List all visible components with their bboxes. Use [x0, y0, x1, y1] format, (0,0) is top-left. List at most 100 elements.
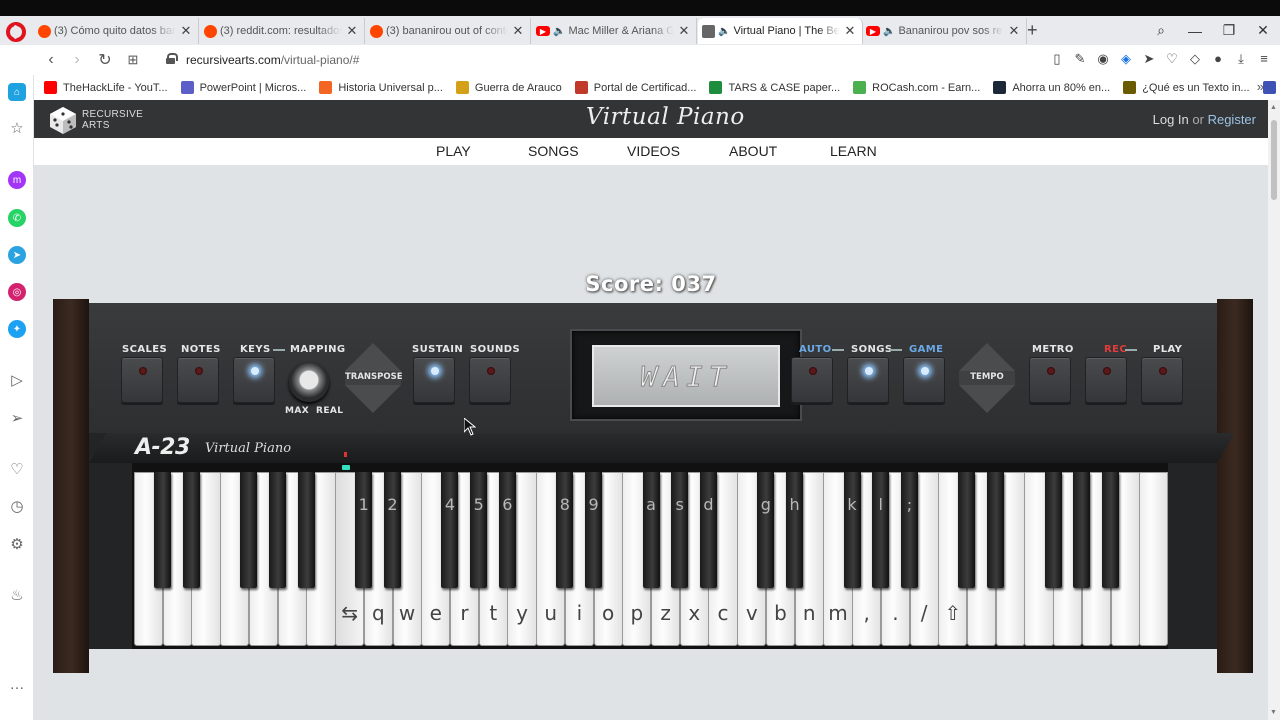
forward-icon[interactable]: ›: [66, 49, 88, 71]
bookmark-item[interactable]: TheHackLife - YouT...: [44, 81, 168, 94]
scroll-thumb[interactable]: [1271, 120, 1277, 200]
nav-videos[interactable]: VIDEOS: [627, 143, 680, 159]
messenger-icon[interactable]: m: [8, 171, 26, 189]
recursive-arts-text[interactable]: RECURSIVE ARTS: [82, 109, 143, 131]
star-icon[interactable]: ☆: [8, 119, 26, 137]
new-tab-button[interactable]: +: [1027, 20, 1038, 41]
black-key[interactable]: [987, 472, 1005, 588]
reader-icon[interactable]: ▯: [1049, 51, 1065, 67]
close-tab-icon[interactable]: ✕: [678, 23, 690, 39]
white-key[interactable]: [1139, 472, 1169, 646]
camera-icon[interactable]: ◉: [1095, 51, 1111, 67]
black-key[interactable]: [901, 472, 918, 588]
bookmark-item[interactable]: Blog - Metoo: [1262, 81, 1280, 94]
recursive-arts-logo-icon[interactable]: [48, 105, 78, 135]
more-bookmarks-icon[interactable]: »: [1257, 79, 1264, 94]
black-key[interactable]: [269, 472, 287, 588]
transpose-down-button[interactable]: [345, 385, 401, 413]
register-link[interactable]: Register: [1208, 112, 1256, 127]
sustain-button[interactable]: [413, 357, 455, 403]
black-key[interactable]: [154, 472, 172, 588]
menu-icon[interactable]: ≡: [1256, 51, 1272, 67]
reload-icon[interactable]: ↻: [94, 49, 116, 71]
speed-dial-icon[interactable]: ⊞: [122, 49, 144, 71]
minimize-button[interactable]: —: [1178, 23, 1212, 39]
search-tabs-icon[interactable]: ⌕: [1144, 22, 1178, 39]
black-key[interactable]: [1044, 472, 1062, 588]
scales-button[interactable]: [121, 357, 163, 403]
tempo-down-button[interactable]: [959, 385, 1015, 413]
key-range-indicator[interactable]: [342, 465, 350, 470]
close-window-button[interactable]: ✕: [1246, 22, 1280, 39]
favorites-icon[interactable]: ♡: [8, 460, 26, 478]
send-icon[interactable]: ➤: [1141, 51, 1157, 67]
more-icon[interactable]: …: [8, 675, 26, 693]
nav-learn[interactable]: LEARN: [830, 143, 877, 159]
keys-button[interactable]: [233, 357, 275, 403]
game-button[interactable]: [903, 357, 945, 403]
bookmark-item[interactable]: ROCash.com - Earn...: [853, 81, 980, 94]
speaker-icon[interactable]: 🔈: [883, 26, 895, 37]
bookmark-item[interactable]: Guerra de Arauco: [455, 81, 562, 94]
back-icon[interactable]: ‹: [40, 49, 62, 71]
black-key[interactable]: [556, 472, 574, 588]
speaker-icon[interactable]: 🔈: [718, 26, 730, 37]
settings-icon[interactable]: ⚙: [8, 535, 26, 553]
black-key[interactable]: [786, 472, 804, 588]
player-icon[interactable]: ▷: [8, 371, 26, 389]
scroll-up-icon[interactable]: ▲: [1270, 104, 1277, 111]
bookmark-item[interactable]: Ahorra un 80% en...: [993, 81, 1110, 94]
transpose-up-button[interactable]: [345, 343, 401, 371]
black-key[interactable]: [671, 472, 689, 588]
play-button[interactable]: [1141, 357, 1183, 403]
black-key[interactable]: [182, 472, 200, 588]
songs-button[interactable]: [847, 357, 889, 403]
notes-button[interactable]: [177, 357, 219, 403]
close-tab-icon[interactable]: ✕: [512, 23, 524, 39]
bookmark-item[interactable]: Portal de Certificad...: [574, 81, 696, 94]
heart-icon[interactable]: ♡: [1164, 51, 1180, 67]
black-key[interactable]: [585, 472, 603, 588]
login-link[interactable]: Log In: [1153, 112, 1189, 127]
rec-button[interactable]: [1085, 357, 1127, 403]
black-key[interactable]: [757, 472, 775, 588]
url-field[interactable]: recursivearts.com/virtual-piano/#: [186, 53, 359, 67]
edit-icon[interactable]: ✎: [1072, 51, 1088, 67]
history-icon[interactable]: ◷: [8, 497, 26, 515]
flow-icon[interactable]: ➢: [8, 409, 26, 427]
black-key[interactable]: [699, 472, 717, 588]
telegram-icon[interactable]: ➤: [8, 246, 26, 264]
restore-button[interactable]: ❐: [1212, 22, 1246, 39]
scroll-down-icon[interactable]: ▼: [1270, 709, 1277, 716]
close-tab-icon[interactable]: ✕: [346, 23, 358, 39]
bookmark-item[interactable]: PowerPoint | Micros...: [180, 81, 306, 94]
profile-icon[interactable]: ●: [1210, 51, 1226, 67]
home-icon[interactable]: ⌂: [8, 83, 26, 101]
bookmark-item[interactable]: ¿Qué es un Texto in...: [1123, 81, 1250, 94]
black-key[interactable]: [1073, 472, 1091, 588]
opera-logo-icon[interactable]: [6, 22, 26, 42]
whatsapp-icon[interactable]: ✆: [8, 209, 26, 227]
black-key[interactable]: [297, 472, 315, 588]
twitter-icon[interactable]: ✦: [8, 320, 26, 338]
page-scrollbar[interactable]: ▲ ▼: [1268, 100, 1280, 720]
metro-button[interactable]: [1029, 357, 1071, 403]
black-key[interactable]: [355, 472, 373, 588]
instagram-icon[interactable]: ◎: [8, 283, 26, 301]
bookmark-item[interactable]: TARS & CASE paper...: [709, 81, 840, 94]
black-key[interactable]: [1102, 472, 1120, 588]
browser-tab[interactable]: ▶ 🔈 Mac Miller & Ariana Gr ✕: [532, 18, 697, 44]
cube-icon[interactable]: ◇: [1187, 51, 1203, 67]
black-key[interactable]: [470, 472, 488, 588]
vpn-icon[interactable]: ◈: [1118, 51, 1134, 67]
sounds-button[interactable]: [469, 357, 511, 403]
mapping-knob[interactable]: [289, 362, 329, 402]
black-key[interactable]: [872, 472, 890, 588]
virtual-piano-logo[interactable]: Virtual Piano: [586, 104, 745, 130]
browser-tab[interactable]: ▶ 🔈 Bananirou pov sos re w ✕: [862, 18, 1027, 44]
tips-icon[interactable]: ♨: [8, 586, 26, 604]
bookmark-item[interactable]: Historia Universal p...: [319, 81, 443, 94]
black-key[interactable]: [498, 472, 516, 588]
tempo-up-button[interactable]: [959, 343, 1015, 371]
close-tab-icon[interactable]: ✕: [1008, 23, 1020, 39]
